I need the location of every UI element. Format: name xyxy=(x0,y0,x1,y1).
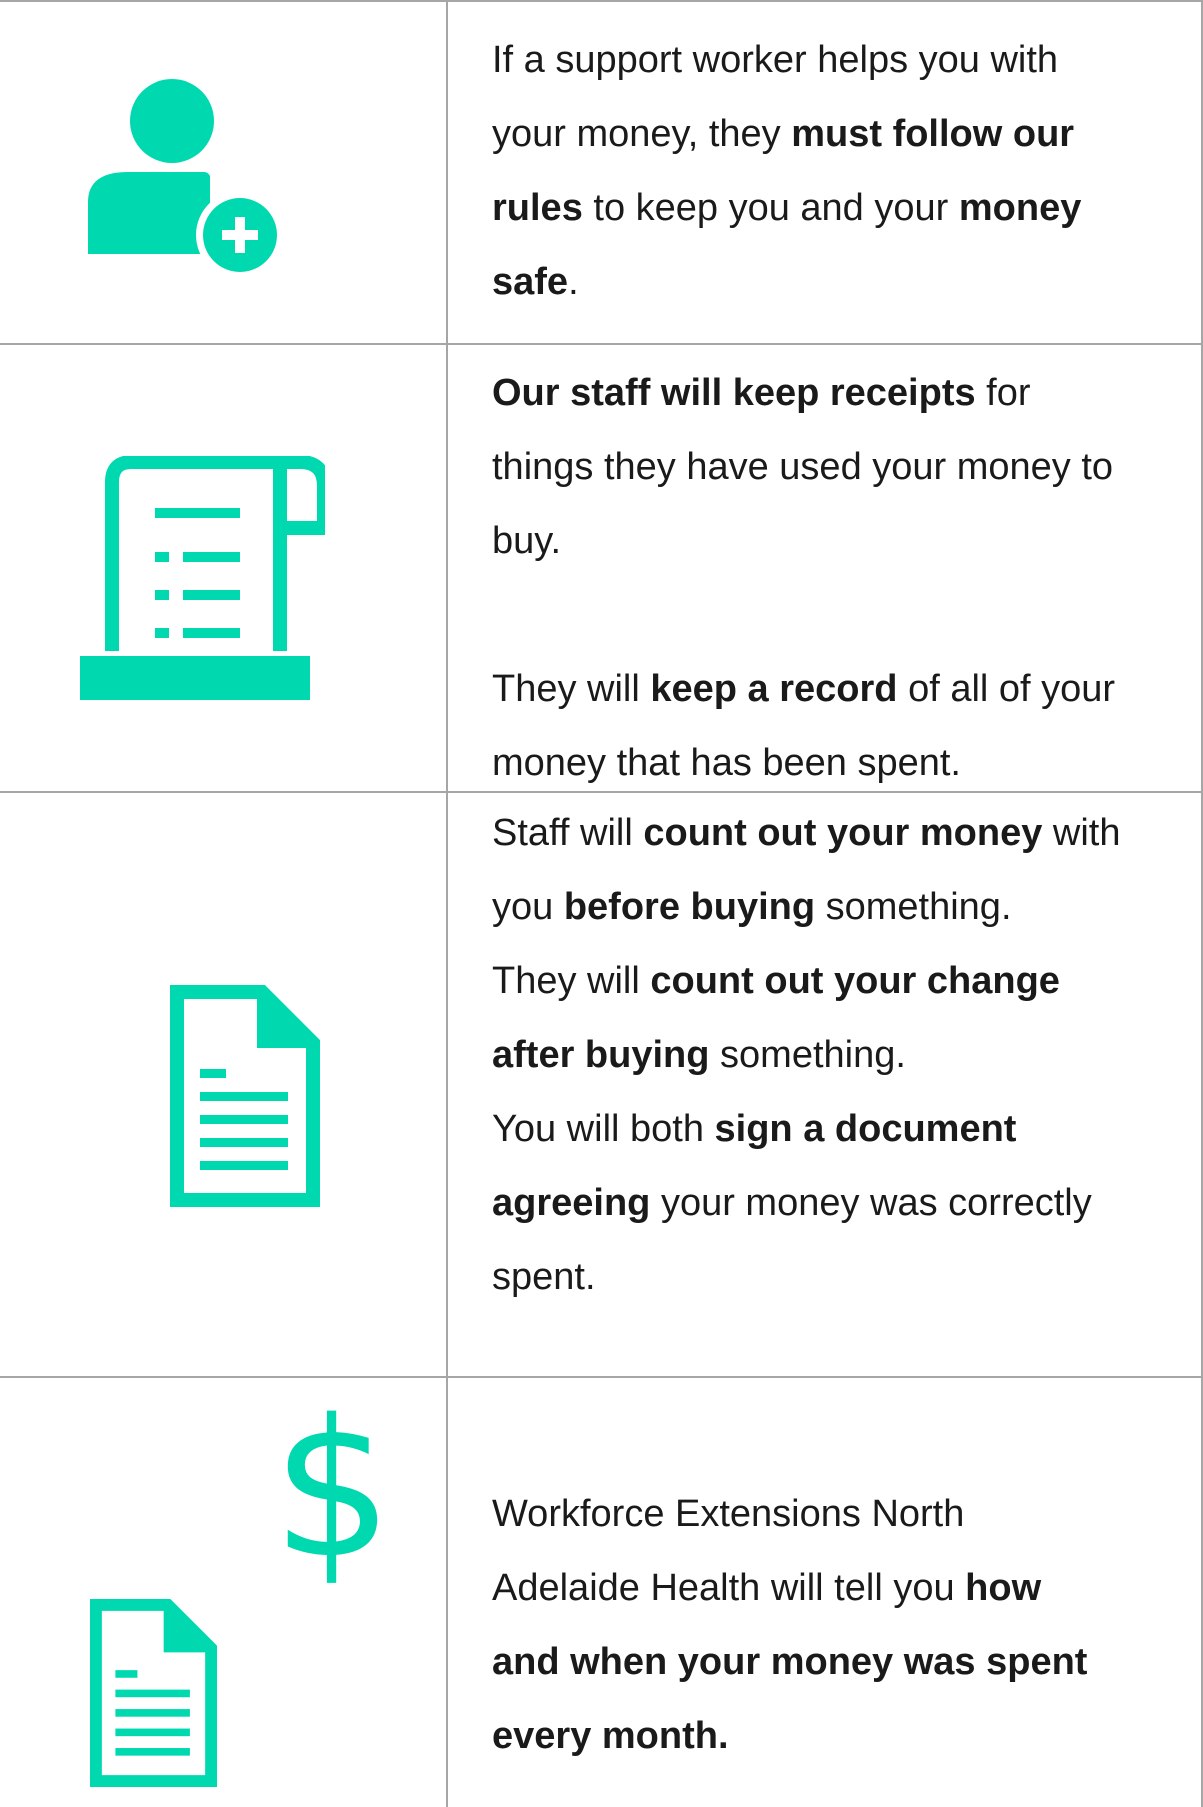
row-divider xyxy=(0,343,1203,345)
bold-text-segment: count out your change xyxy=(650,960,1060,1002)
easy-read-table: If a support worker helps you with your m… xyxy=(0,0,1203,1807)
row-text-receipts-record: Our staff will keep receipts for things t… xyxy=(492,356,1203,800)
text-segment: Workforce Extensions North xyxy=(492,1493,965,1535)
text-segment: They will xyxy=(492,668,651,710)
text-segment: your money was correctly xyxy=(650,1182,1092,1224)
bold-text-segment: rules xyxy=(492,187,583,229)
row-divider xyxy=(0,1376,1203,1378)
text-segment: If a support worker helps you with xyxy=(492,39,1059,81)
column-divider xyxy=(446,0,448,1807)
money-statement-icon xyxy=(90,1599,217,1787)
text-segment: buy. xyxy=(492,520,562,562)
document-icon xyxy=(170,985,320,1207)
bold-text-segment: before buying xyxy=(563,886,816,928)
bold-text-segment: after buying xyxy=(492,1034,710,1076)
bold-text-segment: every month. xyxy=(492,1715,729,1757)
row-divider xyxy=(0,0,1203,2)
row-text-support-worker-rules: If a support worker helps you with your m… xyxy=(492,23,1203,319)
text-segment: You will both xyxy=(492,1108,715,1150)
text-segment: money that has been spent. xyxy=(492,742,961,784)
bold-text-segment: keep a record xyxy=(650,668,898,710)
text-segment: with xyxy=(1042,812,1121,854)
bold-text-segment: sign a document xyxy=(714,1108,1017,1150)
bold-text-segment: and when your money was spent xyxy=(492,1641,1088,1683)
text-segment: you xyxy=(492,886,564,928)
bold-text-segment: safe xyxy=(492,261,569,303)
bold-text-segment: agreeing xyxy=(492,1182,651,1224)
text-segment: for xyxy=(975,372,1031,414)
text-segment: something. xyxy=(709,1034,906,1076)
user-add-icon xyxy=(84,74,284,279)
bold-text-segment: money xyxy=(958,187,1082,229)
bold-text-segment: must follow our xyxy=(791,113,1075,155)
text-segment: . xyxy=(568,261,579,303)
text-segment: to keep you and your xyxy=(582,187,959,229)
dollar-icon: $ xyxy=(272,1379,393,1600)
text-segment: Adelaide Health will tell you xyxy=(492,1567,966,1609)
text-segment: They will xyxy=(492,960,651,1002)
text-segment: Staff will xyxy=(492,812,644,854)
text-segment: spent. xyxy=(492,1256,596,1298)
text-segment: things they have used your money to xyxy=(492,446,1114,488)
text-segment: your money, they xyxy=(492,113,792,155)
text-segment: something. xyxy=(815,886,1012,928)
receipt-scroll-icon xyxy=(80,455,331,704)
bold-text-segment: count out your money xyxy=(643,812,1043,854)
bold-text-segment: how xyxy=(965,1567,1042,1609)
bold-text-segment: Our staff will keep receipts xyxy=(492,372,976,414)
row-text-monthly-statement: Workforce Extensions North Adelaide Healt… xyxy=(492,1477,1203,1773)
row-text-count-money: Staff will count out your money with you … xyxy=(492,796,1203,1314)
text-segment: of all of your xyxy=(897,668,1116,710)
